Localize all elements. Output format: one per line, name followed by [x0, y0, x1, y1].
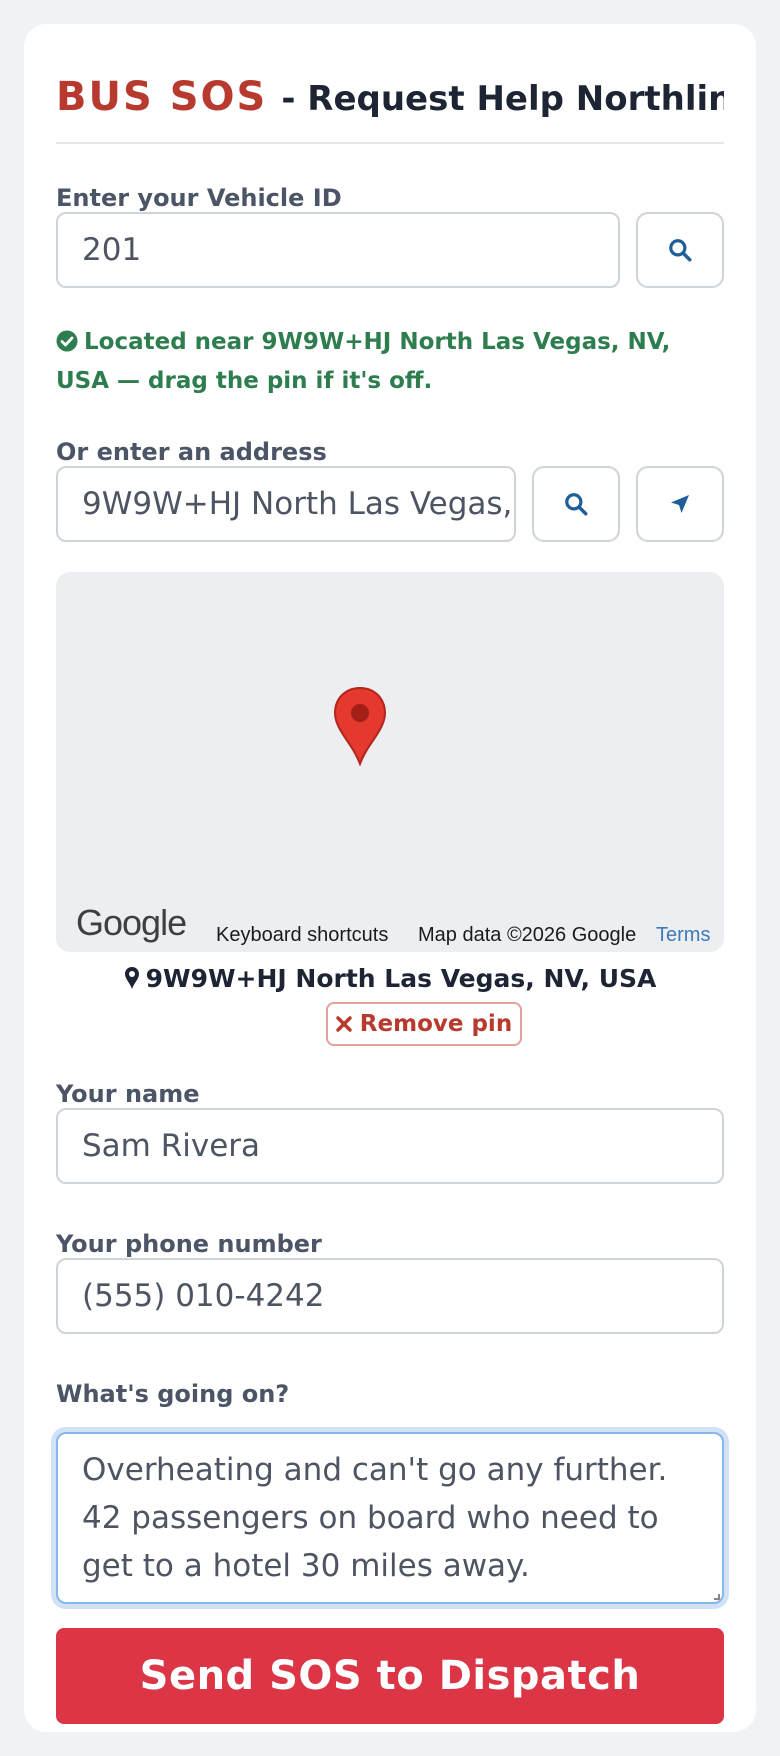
name-label: Your name [56, 1080, 200, 1108]
phone-label: Your phone number [56, 1230, 322, 1258]
address-search-button[interactable] [532, 466, 620, 542]
close-icon [336, 1016, 352, 1032]
keyboard-shortcuts-link[interactable]: Keyboard shortcuts [216, 924, 388, 947]
map-marker-icon[interactable] [332, 686, 388, 770]
pin-address-text: 9W9W+HJ North Las Vegas, NV, USA [145, 964, 657, 993]
send-sos-button[interactable]: Send SOS to Dispatch [56, 1628, 724, 1724]
map-marker-icon [124, 967, 139, 989]
resize-handle[interactable] [714, 1594, 720, 1600]
issue-textarea[interactable]: Overheating and can't go any further. 42… [56, 1432, 724, 1604]
location-status-message: Located near 9W9W+HJ North Las Vegas, NV… [56, 324, 728, 399]
page-title: BUS SOS - Request Help Northline ... [56, 74, 724, 134]
title-divider [56, 142, 724, 144]
map-terms-link[interactable]: Terms [656, 924, 710, 947]
pin-address: 9W9W+HJ North Las Vegas, NV, USA [56, 964, 724, 993]
page-title-text: - Request Help Northline ... [281, 79, 724, 119]
map-view[interactable]: Google Keyboard shortcuts Map data ©2026… [56, 572, 724, 952]
vehicle-search-button[interactable] [636, 212, 724, 288]
location-status-text: Located near 9W9W+HJ North Las Vegas, NV… [56, 329, 671, 394]
vehicle-id-input[interactable]: 201 [56, 212, 620, 288]
vehicle-id-label: Enter your Vehicle ID [56, 184, 342, 212]
remove-pin-label: Remove pin [359, 1011, 513, 1037]
issue-text: Overheating and can't go any further. 42… [82, 1452, 668, 1584]
search-icon [669, 239, 692, 262]
check-circle-icon [56, 327, 78, 363]
use-my-location-button[interactable] [636, 466, 724, 542]
sos-form-card: BUS SOS - Request Help Northline ... Ent… [24, 24, 756, 1732]
phone-input[interactable]: (555) 010-4242 [56, 1258, 724, 1334]
name-input[interactable]: Sam Rivera [56, 1108, 724, 1184]
brand-logo-text: BUS SOS [56, 74, 268, 120]
map-data-attribution: Map data ©2026 Google [418, 924, 637, 946]
location-arrow-icon [671, 495, 689, 513]
issue-label: What's going on? [56, 1380, 290, 1408]
remove-pin-button[interactable]: Remove pin [326, 1002, 522, 1046]
address-label: Or enter an address [56, 438, 327, 466]
search-icon [565, 493, 588, 516]
address-input[interactable]: 9W9W+HJ North Las Vegas, [56, 466, 516, 542]
google-logo: Google [76, 902, 187, 943]
